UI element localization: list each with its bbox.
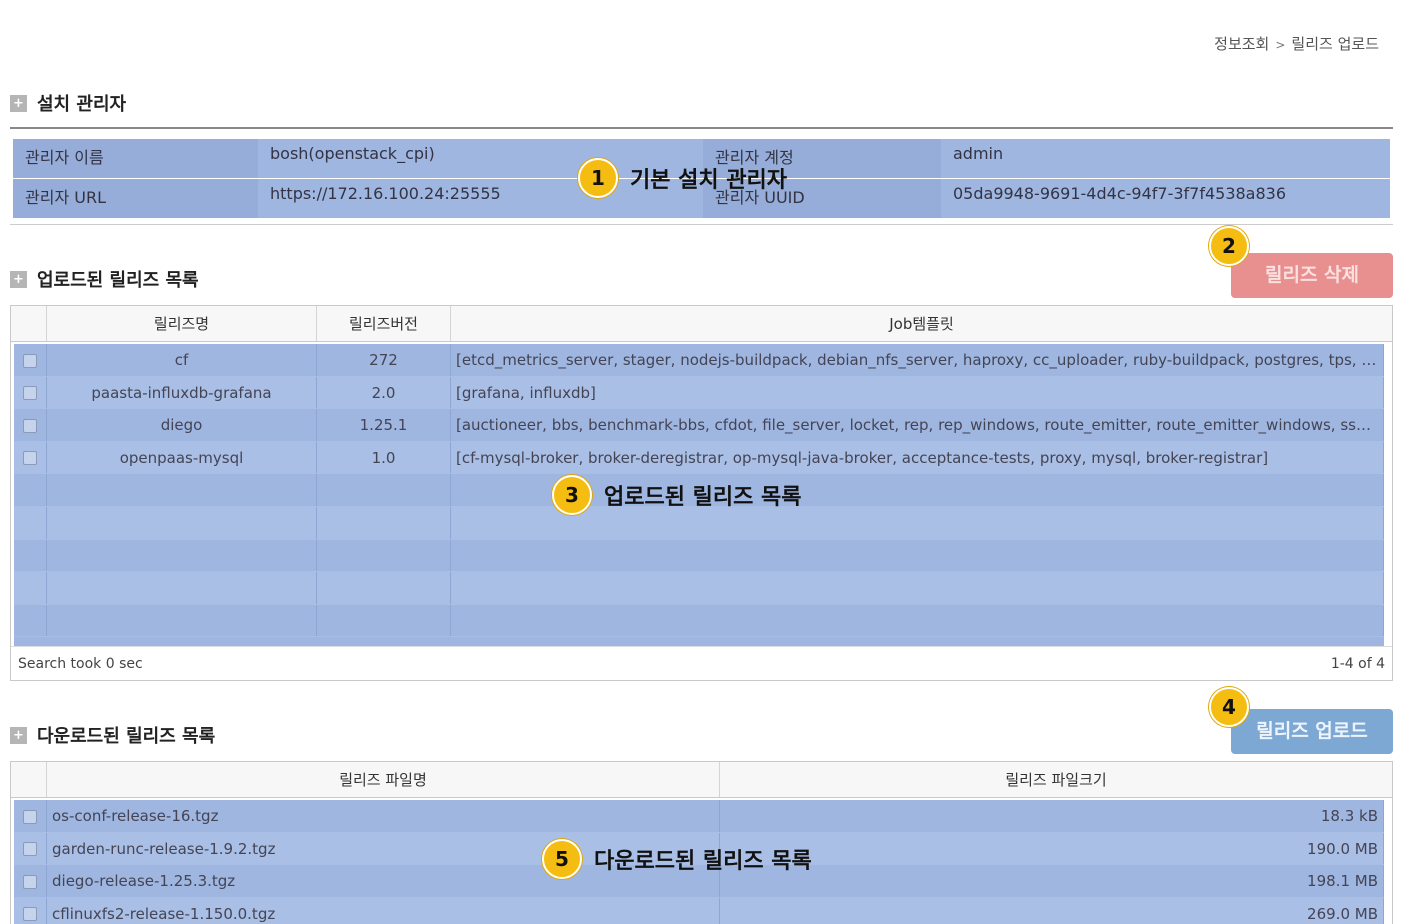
- installer-uuid-value: 05da9948-9691-4d4c-94f7-3f7f4538a836: [953, 184, 1287, 203]
- plus-icon: +: [10, 270, 27, 288]
- table-row[interactable]: os-conf-release-16.tgz 18.3 kB: [14, 800, 1384, 833]
- uploaded-title: 업로드된 릴리즈 목록: [37, 270, 199, 291]
- breadcrumb-separator: >: [1275, 38, 1286, 52]
- downloaded-grid-header: 릴리즈 파일명 릴리즈 파일크기: [11, 762, 1392, 798]
- release-jobs: [etcd_metrics_server, stager, nodejs-bui…: [451, 344, 1384, 376]
- breadcrumb-current: 릴리즈 업로드: [1291, 35, 1379, 53]
- column-header-file-name[interactable]: 릴리즈 파일명: [47, 762, 720, 797]
- empty-row: [14, 572, 1384, 605]
- uploaded-grid-header: 릴리즈명 릴리즈버전 Job템플릿: [11, 306, 1392, 342]
- callout-2: 2: [1209, 226, 1261, 266]
- release-file-size: 190.0 MB: [720, 832, 1384, 865]
- empty-row: [14, 539, 1384, 573]
- release-version: 1.25.1: [317, 409, 451, 441]
- installer-name-label: 관리자 이름: [13, 139, 258, 178]
- record-count: 1-4 of 4: [1330, 655, 1385, 672]
- table-row[interactable]: paasta-influxdb-grafana 2.0 [grafana, in…: [14, 376, 1384, 410]
- row-checkbox[interactable]: [23, 386, 37, 401]
- plus-icon: +: [10, 94, 27, 112]
- installer-account-value: admin: [953, 144, 1004, 163]
- table-row[interactable]: diego 1.25.1 [auctioneer, bbs, benchmark…: [14, 409, 1384, 442]
- uploaded-grid-footer: Search took 0 sec 1-4 of 4: [11, 646, 1392, 680]
- callout-badge: 1: [578, 158, 618, 198]
- installer-section-title: + 설치 관리자: [10, 90, 126, 116]
- table-row[interactable]: cflinuxfs2-release-1.150.0.tgz 269.0 MB: [14, 897, 1384, 924]
- callout-text: 업로드된 릴리즈 목록: [604, 485, 802, 510]
- row-checkbox[interactable]: [23, 809, 37, 824]
- row-checkbox[interactable]: [23, 418, 37, 433]
- row-checkbox[interactable]: [23, 874, 37, 889]
- callout-badge: 2: [1209, 226, 1249, 266]
- release-version: 1.0: [317, 441, 451, 474]
- callout-1: 1 기본 설치 관리자: [578, 158, 787, 198]
- callout-4: 4: [1209, 687, 1261, 727]
- release-file-name: os-conf-release-16.tgz: [47, 800, 720, 832]
- installer-url-label: 관리자 URL: [13, 179, 258, 218]
- callout-text: 기본 설치 관리자: [630, 168, 787, 193]
- release-name: diego: [47, 409, 317, 441]
- column-header-job-template[interactable]: Job템플릿: [451, 306, 1392, 341]
- breadcrumb: 정보조회 > 릴리즈 업로드: [1214, 33, 1379, 54]
- downloaded-section-title: + 다운로드된 릴리즈 목록: [10, 722, 215, 748]
- search-time: Search took 0 sec: [18, 655, 143, 672]
- release-name: paasta-influxdb-grafana: [47, 376, 317, 409]
- release-jobs: [auctioneer, bbs, benchmark-bbs, cfdot, …: [451, 409, 1384, 441]
- callout-text: 다운로드된 릴리즈 목록: [594, 849, 812, 874]
- breadcrumb-parent[interactable]: 정보조회: [1214, 35, 1269, 53]
- release-version: 272: [317, 344, 451, 376]
- row-checkbox[interactable]: [23, 353, 37, 368]
- row-checkbox[interactable]: [23, 451, 37, 466]
- uploaded-section-title: + 업로드된 릴리즈 목록: [10, 266, 199, 292]
- release-name: openpaas-mysql: [47, 441, 317, 474]
- empty-row: [14, 604, 1384, 638]
- release-file-size: 269.0 MB: [720, 897, 1384, 924]
- column-header-file-size[interactable]: 릴리즈 파일크기: [720, 762, 1392, 797]
- header-checkbox-column: [11, 306, 47, 341]
- table-row[interactable]: openpaas-mysql 1.0 [cf-mysql-broker, bro…: [14, 441, 1384, 475]
- callout-badge: 3: [552, 475, 592, 515]
- release-file-name: cflinuxfs2-release-1.150.0.tgz: [47, 897, 720, 924]
- release-jobs: [cf-mysql-broker, broker-deregistrar, op…: [451, 441, 1384, 474]
- release-file-size: 18.3 kB: [720, 800, 1384, 832]
- release-version: 2.0: [317, 376, 451, 409]
- callout-badge: 5: [542, 839, 582, 879]
- callout-badge: 4: [1209, 687, 1249, 727]
- release-file-size: 198.1 MB: [720, 865, 1384, 897]
- installer-title: 설치 관리자: [37, 94, 127, 115]
- callout-5: 5 다운로드된 릴리즈 목록: [542, 839, 812, 879]
- column-header-release-name[interactable]: 릴리즈명: [47, 306, 317, 341]
- release-name: cf: [47, 344, 317, 376]
- callout-3: 3 업로드된 릴리즈 목록: [552, 475, 801, 515]
- table-row[interactable]: cf 272 [etcd_metrics_server, stager, nod…: [14, 344, 1384, 377]
- row-checkbox[interactable]: [23, 907, 37, 922]
- column-header-release-version[interactable]: 릴리즈버전: [317, 306, 451, 341]
- release-jobs: [grafana, influxdb]: [451, 376, 1384, 409]
- plus-icon: +: [10, 726, 27, 744]
- row-checkbox[interactable]: [23, 842, 37, 857]
- header-checkbox-column: [11, 762, 47, 797]
- downloaded-title: 다운로드된 릴리즈 목록: [37, 726, 216, 747]
